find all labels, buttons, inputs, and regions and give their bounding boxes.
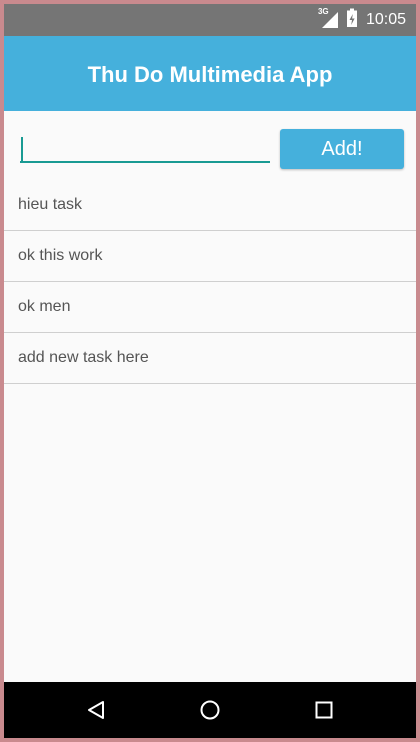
task-list: hieu task ok this work ok men add new ta…	[4, 180, 416, 384]
app-title: Thu Do Multimedia App	[87, 61, 333, 87]
list-item[interactable]: hieu task	[4, 180, 416, 231]
list-item[interactable]: ok men	[4, 282, 416, 333]
task-text: add new task here	[18, 349, 149, 366]
task-input[interactable]	[20, 133, 270, 163]
app-bar: Thu Do Multimedia App	[4, 36, 416, 111]
text-cursor	[21, 137, 23, 163]
phone-screen: 3G 10:05 Thu Do Multimedia App Add! hieu…	[4, 4, 416, 738]
status-clock: 10:05	[365, 11, 406, 28]
battery-icon	[346, 8, 358, 33]
add-button[interactable]: Add!	[280, 129, 404, 169]
status-bar: 3G 10:05	[4, 4, 416, 36]
home-icon[interactable]	[180, 682, 240, 738]
task-text: hieu task	[18, 196, 83, 213]
navigation-bar	[4, 682, 416, 738]
input-row: Add!	[4, 111, 416, 183]
task-text: ok men	[18, 298, 71, 315]
list-item[interactable]: add new task here	[4, 333, 416, 384]
recents-icon[interactable]	[294, 682, 354, 738]
task-text: ok this work	[18, 247, 103, 264]
status-icons: 3G 10:05	[318, 4, 406, 36]
signal-icon: 3G	[318, 7, 340, 30]
list-item[interactable]: ok this work	[4, 231, 416, 282]
back-icon[interactable]	[66, 682, 126, 738]
